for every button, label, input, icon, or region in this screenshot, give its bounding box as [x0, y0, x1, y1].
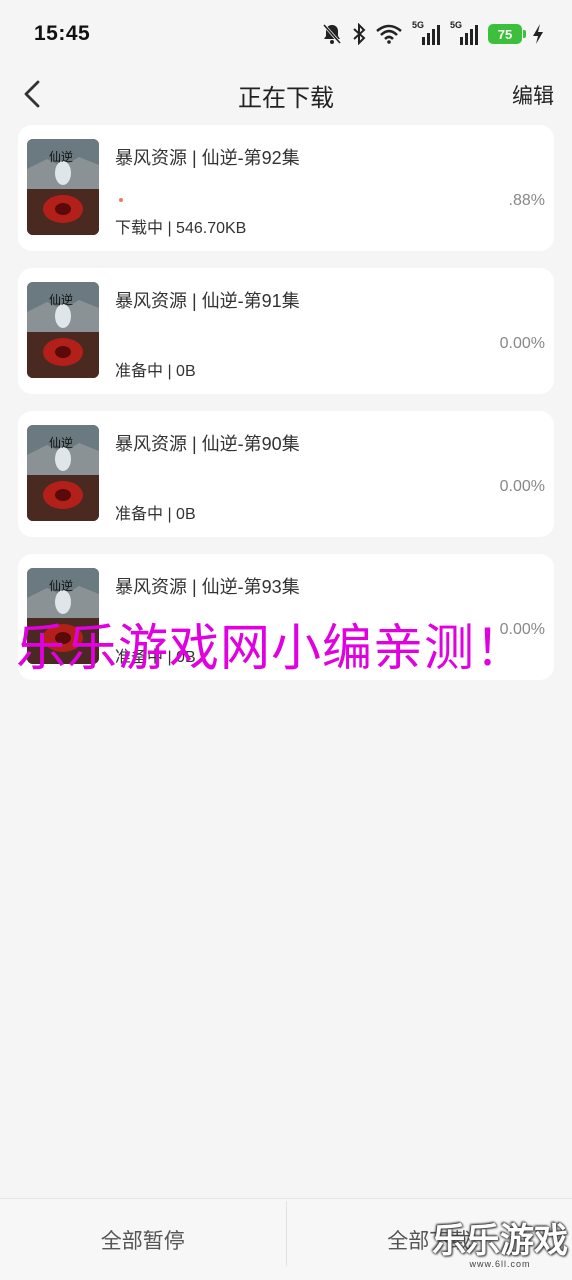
item-status: 准备中 | 0B	[115, 357, 196, 381]
item-title: 暴风资源 | 仙逆-第90集	[115, 430, 300, 456]
status-bar: 15:45 5G	[0, 0, 572, 68]
item-percent: .88%	[509, 192, 545, 210]
signal-5g-icon: 5G	[412, 23, 440, 45]
episode-poster: 仙逆	[27, 425, 99, 521]
charging-icon	[532, 23, 544, 45]
item-status: 下载中 | 546.70KB	[115, 214, 246, 238]
download-item[interactable]: 仙逆 暴风资源 | 仙逆-第90集 准备中 | 0B 0.00%	[18, 411, 554, 537]
download-item[interactable]: 仙逆 暴风资源 | 仙逆-第91集 准备中 | 0B 0.00%	[18, 268, 554, 394]
status-time: 15:45	[34, 22, 90, 46]
page-title: 正在下载	[0, 78, 572, 113]
item-status: 准备中 | 0B	[115, 500, 196, 524]
svg-text:仙逆: 仙逆	[49, 578, 73, 593]
corner-logo: 乐乐游戏 www.6ll.com	[432, 1223, 568, 1269]
svg-text:仙逆: 仙逆	[49, 149, 73, 164]
item-title: 暴风资源 | 仙逆-第93集	[115, 573, 300, 599]
nav-bar: 正在下载 编辑	[0, 68, 572, 120]
item-title: 暴风资源 | 仙逆-第92集	[115, 144, 300, 170]
battery-icon: 75	[488, 24, 522, 44]
edit-button[interactable]: 编辑	[512, 80, 554, 110]
corner-logo-text: 乐乐游戏	[432, 1223, 568, 1259]
download-item[interactable]: 仙逆 暴风资源 | 仙逆-第92集 下载中 | 546.70KB .88%	[18, 125, 554, 251]
progress-indicator	[119, 198, 123, 202]
wifi-icon	[376, 24, 402, 44]
svg-text:仙逆: 仙逆	[49, 292, 73, 307]
bluetooth-icon	[352, 23, 366, 45]
item-title: 暴风资源 | 仙逆-第91集	[115, 287, 300, 313]
item-percent: 0.00%	[500, 478, 545, 496]
episode-poster: 仙逆	[27, 282, 99, 378]
signal-label: 5G	[450, 20, 462, 30]
signal-label: 5G	[412, 20, 424, 30]
svg-text:仙逆: 仙逆	[49, 435, 73, 450]
status-icons: 5G 5G 75	[322, 23, 544, 45]
pause-all-button[interactable]: 全部暂停	[0, 1199, 286, 1280]
bell-off-icon	[322, 23, 342, 45]
episode-poster: 仙逆	[27, 139, 99, 235]
signal-5g-icon: 5G	[450, 23, 478, 45]
watermark-text: 乐乐游戏网小编亲测！	[16, 608, 526, 680]
item-percent: 0.00%	[500, 335, 545, 353]
